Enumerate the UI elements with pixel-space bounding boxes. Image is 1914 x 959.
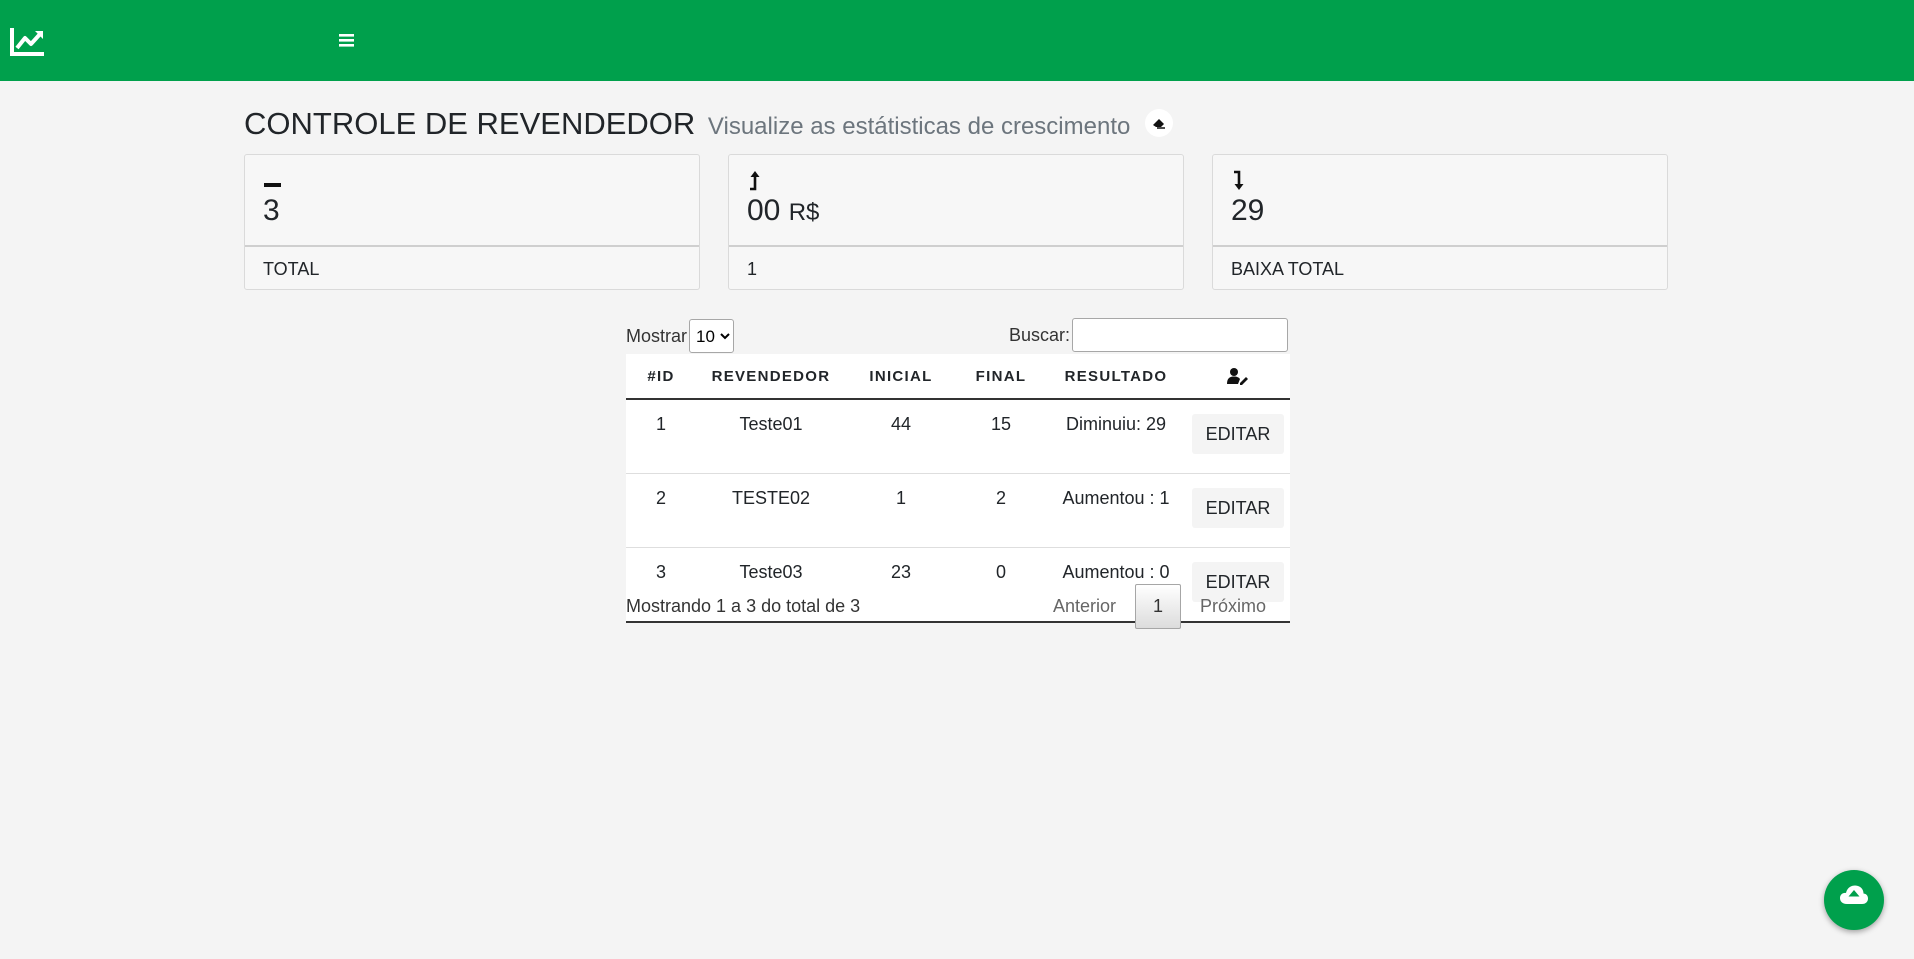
column-header-resultado[interactable]: RESULTADO [1046,354,1186,400]
cell-id: 2 [626,473,696,548]
cell-inicial: 44 [846,398,956,474]
page-title-text: CONTROLE DE REVENDEDOR [244,106,696,141]
column-header-id[interactable]: #ID [626,354,696,400]
search-control: Buscar: [1009,318,1288,352]
cell-action: EDITAR [1186,473,1290,548]
stat-card-drop: 29 BAIXA TOTAL [1212,154,1668,290]
stat-value-number: 3 [263,194,280,227]
cell-final: 0 [956,547,1046,623]
scroll-top-button[interactable] [1824,870,1884,930]
table-header-row: #ID REVENDEDOR INICIAL FINAL RESULTADO [626,354,1290,400]
stat-value: 29 [1231,193,1264,229]
column-header-actions[interactable] [1186,354,1290,400]
page-length-select[interactable]: 10 [689,319,735,353]
stat-card-body: 29 [1213,155,1667,247]
arrow-down-icon [1234,170,1244,190]
column-header-revendedor[interactable]: REVENDEDOR [696,354,846,400]
stat-value: 00 R$ [747,193,819,229]
chart-line-icon[interactable] [10,26,46,56]
cell-revendedor: Teste01 [696,398,846,474]
cell-resultado: Aumentou : 1 [1046,473,1186,548]
column-header-inicial[interactable]: INICIAL [846,354,956,400]
cell-final: 2 [956,473,1046,548]
reseller-table: #ID REVENDEDOR INICIAL FINAL RESULTADO 1… [626,354,1290,623]
page-title: CONTROLE DE REVENDEDOR Visualize as está… [244,106,1173,142]
stat-card-revenue: 00 R$ 1 [728,154,1184,290]
stat-footer-label: TOTAL [263,259,320,279]
page-length-label: Mostrar [626,325,688,346]
column-header-final[interactable]: FINAL [956,354,1046,400]
pagination-next[interactable]: Próximo [1190,596,1276,617]
table-row: 1 Teste01 44 15 Diminuiu: 29 EDITAR [626,398,1290,474]
cell-inicial: 1 [846,473,956,548]
stat-card-body: 3 [245,155,699,247]
cloud-upload-icon [1840,885,1868,904]
stat-card-total: 3 TOTAL [244,154,700,290]
cell-final: 15 [956,398,1046,474]
cell-revendedor: TESTE02 [696,473,846,548]
stat-footer-label: 1 [747,259,758,279]
edit-button[interactable]: EDITAR [1191,414,1285,454]
pagination-current-page[interactable]: 1 [1134,584,1181,629]
search-input[interactable] [1072,318,1288,352]
stat-value-unit: R$ [788,199,820,226]
stat-value: 3 [263,193,280,229]
bars-icon[interactable] [336,30,358,50]
user-edit-icon [1227,368,1248,386]
page-length-control: Mostrar 10 [626,318,735,354]
stat-value-number: 00 [747,194,781,227]
pagination: Anterior 1 Próximo [1043,584,1276,629]
page-subtitle: Visualize as estátisticas de crescimento [707,113,1131,140]
stat-card-body: 00 R$ [729,155,1183,247]
table-info: Mostrando 1 a 3 do total de 3 [626,596,861,616]
search-label: Buscar: [1008,324,1070,345]
table-row: 2 TESTE02 1 2 Aumentou : 1 EDITAR [626,473,1290,548]
cell-id: 1 [626,398,696,474]
eraser-icon[interactable] [1144,108,1173,137]
stat-footer-label: BAIXA TOTAL [1231,259,1345,279]
cell-inicial: 23 [846,547,956,623]
cell-resultado: Diminuiu: 29 [1046,398,1186,474]
edit-button[interactable]: EDITAR [1191,488,1285,528]
stat-value-number: 29 [1231,194,1265,227]
top-navbar [0,0,1914,81]
arrow-up-icon [750,171,760,191]
pagination-previous[interactable]: Anterior [1043,596,1126,617]
minus-icon [264,183,281,187]
cell-action: EDITAR [1186,398,1290,474]
